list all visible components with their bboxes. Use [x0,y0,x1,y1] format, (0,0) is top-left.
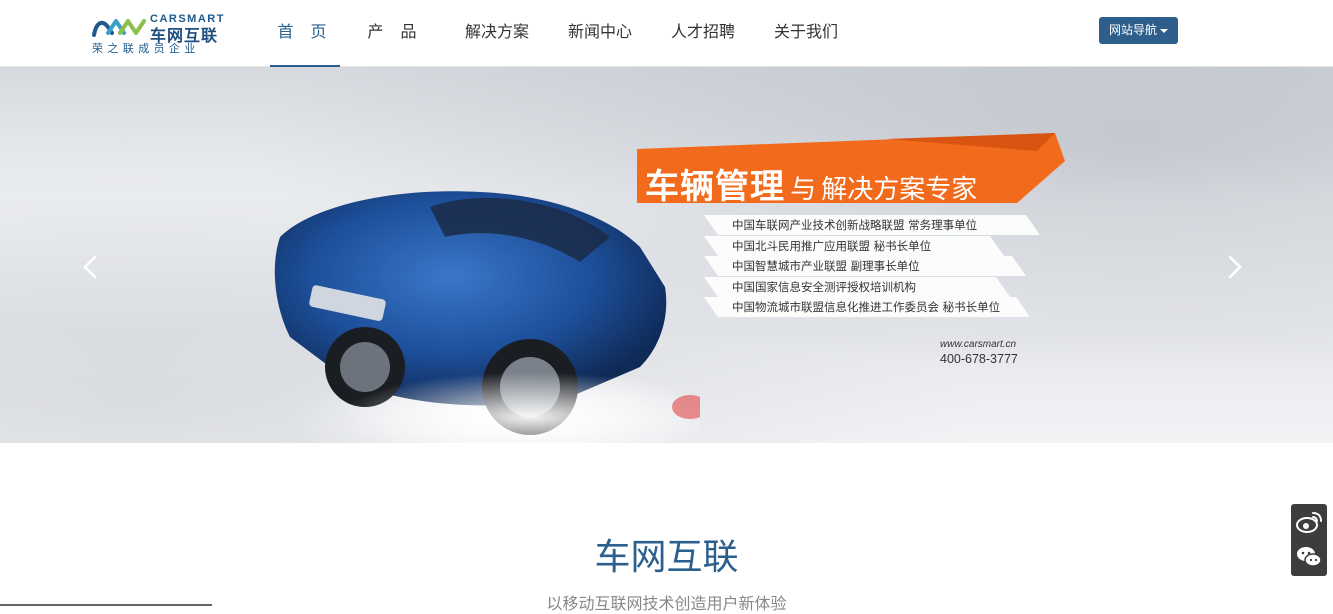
intro-title: 车网互联 [594,537,739,578]
slogan-text: 中国智慧城市产业联盟 副理事长单位 [732,259,920,274]
slogan-text: 中国国家信息安全测评授权培训机构 [732,279,916,294]
banner-tel: 400-678-3777 [940,352,1018,366]
nav-solutions[interactable]: 解决方案 [450,0,553,67]
headline-text: 车辆管理 与 解决方案专家 [645,159,977,208]
nav-about[interactable]: 关于我们 [759,0,853,67]
banner-contact: www.carsmart.cn 400-678-3777 [940,339,1018,366]
slogan-text: 中国北斗民用推广应用联盟 秘书长单位 [732,238,932,253]
site-nav-button[interactable]: 网站导航 [1099,17,1178,44]
weibo-icon[interactable] [1294,507,1324,537]
prev-slide-arrow-icon[interactable] [76,252,106,282]
car-illustration [274,191,700,443]
nav-products[interactable]: 产 品 [340,0,450,67]
site-header: CARSMART 车网互联 荣之联成员企业 首 页 产 品 解决方案 新闻中心 … [0,0,1333,67]
nav-news[interactable]: 新闻中心 [553,0,656,67]
banner-url: www.carsmart.cn [940,339,1017,350]
slogan-text: 中国车联网产业技术创新战略联盟 常务理事单位 [732,218,978,232]
slogan-text: 中国物流城市联盟信息化推进工作委员会 秘书长单位 [732,300,1001,315]
site-nav-label: 网站导航 [1108,23,1157,37]
next-slide-arrow-icon[interactable] [1219,252,1249,282]
logo-subtitle: 荣之联成员企业 [92,42,200,55]
nav-home[interactable]: 首 页 [270,0,340,67]
caret-down-icon [1160,28,1168,33]
headline-big: 车辆管理 [645,167,785,207]
main-nav: 首 页 产 品 解决方案 新闻中心 人才招聘 关于我们 [270,0,853,67]
hero-banner: 车辆管理 与 解决方案专家 中国车联网产业技术创新战略联盟 常务理事单位 中国北… [0,67,1333,443]
nav-careers[interactable]: 人才招聘 [656,0,759,67]
headline-conj: 与 [790,175,817,205]
side-share-panel [1291,504,1327,576]
headline-rest: 解决方案专家 [821,175,978,205]
logo[interactable]: CARSMART 车网互联 荣之联成员企业 [92,12,223,56]
wechat-icon[interactable] [1294,542,1324,572]
logo-mark-icon [92,19,146,37]
intro-subtitle: 以移动互联网技术创造用户新体验 [546,594,787,613]
